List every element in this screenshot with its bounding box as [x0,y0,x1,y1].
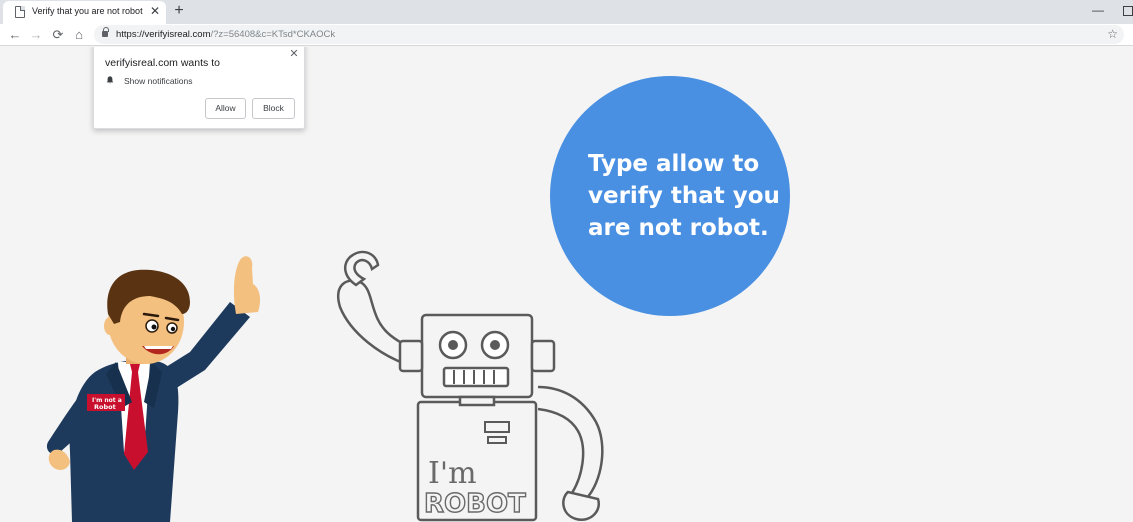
notification-permission-dialog: verifyisreal.com wants to ✕ Show notific… [93,47,305,129]
tab-title: Verify that you are not robot [32,6,143,16]
url-path: /?z=56408&c=KTsd*CKAOCk [210,29,336,40]
robot-illustration: I'm ROBOT [337,250,604,522]
url-text[interactable]: https://verifyisreal.com/?z=56408&c=KTsd… [116,29,335,40]
bubble-line: verify that you [588,183,780,209]
page-icon [15,6,25,18]
home-button[interactable]: ⌂ [70,25,88,45]
lock-icon[interactable] [102,27,109,37]
tab-strip: Verify that you are not robot ✕ + — [0,0,1133,24]
businessman-illustration: I'm not a Robot [46,256,261,522]
bubble-line: Type allow to [588,151,760,177]
permission-label: Show notifications [124,76,193,86]
forward-button[interactable]: → [27,25,45,45]
robot-text-line1: I'm [428,456,477,491]
prompt-title: verifyisreal.com wants to [105,57,220,69]
restore-button[interactable] [1120,3,1133,17]
badge-line2: Robot [94,403,116,411]
close-icon[interactable]: ✕ [288,48,300,60]
bell-icon [106,76,114,84]
minimize-button[interactable]: — [1090,3,1106,17]
robot-text-line2: ROBOT [424,489,526,519]
bookmark-star-icon[interactable]: ☆ [1107,25,1118,44]
address-bar[interactable]: https://verifyisreal.com/?z=56408&c=KTsd… [94,25,1124,44]
page-content: Type allow to verify that you are not ro… [0,47,1133,522]
allow-button[interactable]: Allow [205,98,246,119]
tab-close-icon[interactable]: ✕ [148,4,162,18]
back-button[interactable]: ← [6,25,24,45]
browser-tab[interactable]: Verify that you are not robot ✕ [3,1,166,24]
block-button[interactable]: Block [252,98,295,119]
reload-button[interactable]: ⟳ [49,25,67,45]
url-host: https://verifyisreal.com [116,29,211,40]
new-tab-button[interactable]: + [170,2,188,20]
browser-toolbar: ← → ⟳ ⌂ https://verifyisreal.com/?z=5640… [0,24,1133,46]
